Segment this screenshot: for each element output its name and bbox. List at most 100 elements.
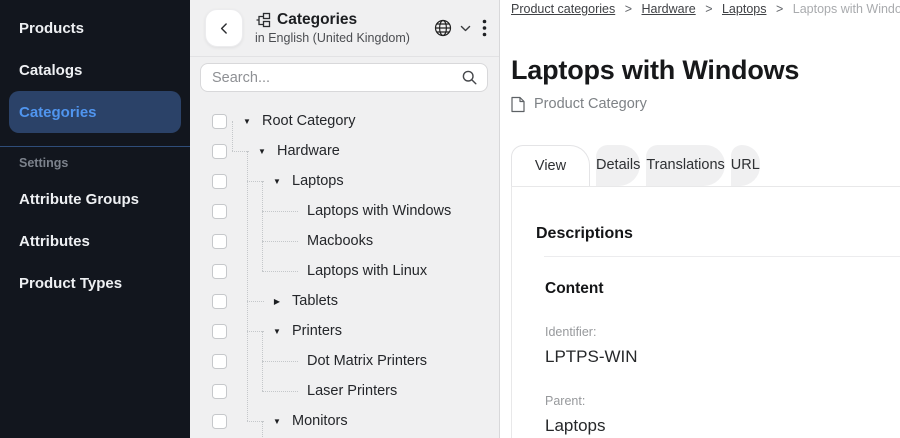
tree-row[interactable]: Laser Printers — [190, 376, 499, 406]
back-button[interactable] — [205, 9, 243, 47]
sidebar-nav: Products Catalogs Categories — [0, 7, 190, 133]
breadcrumb-separator: > — [705, 2, 712, 16]
tab-label: Details — [596, 157, 640, 173]
breadcrumb-link[interactable]: Hardware — [642, 2, 696, 16]
field-value: Laptops — [545, 416, 876, 436]
breadcrumb-item-wrap: Product categories > — [511, 2, 642, 16]
search-input[interactable] — [212, 70, 461, 86]
sidebar-item-label: Attribute Groups — [19, 191, 139, 208]
tree-row[interactable]: ▼ Laptops — [190, 166, 499, 196]
tree-node-label: Dot Matrix Printers — [307, 353, 427, 369]
tab-label: URL — [731, 157, 760, 173]
tree-node-label: Macbooks — [307, 233, 373, 249]
hierarchy-icon — [255, 12, 271, 28]
row-checkbox[interactable] — [212, 294, 227, 309]
sidebar-item-label: Attributes — [19, 233, 90, 250]
expander-triangle-icon[interactable]: ▼ — [257, 147, 267, 156]
tree-node-label: Printers — [292, 323, 342, 339]
breadcrumb-item-wrap: Hardware > — [642, 2, 722, 16]
row-checkbox[interactable] — [212, 324, 227, 339]
tree-node-label: Hardware — [277, 143, 340, 159]
tree-row[interactable]: Laptops with Linux — [190, 256, 499, 286]
category-detail-panel: Product categories > Hardware > Laptops … — [500, 0, 900, 438]
globe-icon — [433, 18, 453, 38]
row-checkbox[interactable] — [212, 234, 227, 249]
sidebar-item-label: Categories — [19, 104, 97, 121]
breadcrumb-link[interactable]: Laptops with Windows — [793, 2, 900, 16]
field-value: LPTPS-WIN — [545, 347, 876, 367]
tree-panel-locale: in English (United Kingdom) — [255, 31, 410, 45]
tab-content-panel: Descriptions Content Identifier: LPTPS-W… — [511, 186, 900, 438]
sidebar-item[interactable]: Attributes — [9, 220, 181, 262]
breadcrumb-link[interactable]: Laptops — [722, 2, 766, 16]
expander-triangle-icon[interactable]: ▼ — [272, 417, 282, 426]
row-checkbox[interactable] — [212, 114, 227, 129]
breadcrumb-separator: > — [625, 2, 632, 16]
entity-type-label: Product Category — [534, 96, 647, 112]
tree-rows: ▼ Root Category ▼ Hardware ▼ Laptops Lap… — [190, 106, 499, 436]
breadcrumb: Product categories > Hardware > Laptops … — [511, 0, 900, 16]
kebab-menu-icon — [482, 19, 487, 37]
row-checkbox[interactable] — [212, 414, 227, 429]
tree-panel-title-block: Categories in English (United Kingdom) — [255, 11, 410, 45]
expander-triangle-icon[interactable]: ▼ — [242, 117, 252, 126]
tab[interactable]: View — [511, 145, 590, 186]
tree-panel-actions — [433, 18, 487, 38]
tab-label: View — [535, 158, 566, 174]
detail-tabs: View Details Translations URL — [511, 145, 900, 186]
search-icon — [461, 69, 478, 86]
breadcrumb-link[interactable]: Product categories — [511, 2, 615, 16]
field-list: Identifier: LPTPS-WIN Parent: Laptops — [536, 325, 876, 436]
sidebar-section-label: Settings — [0, 147, 190, 178]
section-title: Descriptions — [536, 225, 876, 243]
breadcrumb-item-wrap: Laptops with Windows > — [793, 2, 900, 16]
sidebar-item[interactable]: Products — [9, 7, 181, 49]
tree-row[interactable]: Laptops with Windows — [190, 196, 499, 226]
sidebar-settings-nav: Attribute Groups Attributes Product Type… — [0, 178, 190, 304]
sidebar-item-label: Product Types — [19, 275, 122, 292]
expander-triangle-icon[interactable]: ▼ — [272, 327, 282, 336]
chevron-down-icon — [459, 22, 472, 35]
breadcrumb-item-wrap: Laptops > — [722, 2, 793, 16]
tree-node-label: Laser Printers — [307, 383, 397, 399]
row-checkbox[interactable] — [212, 384, 227, 399]
expander-triangle-icon[interactable]: ▼ — [272, 177, 282, 186]
row-checkbox[interactable] — [212, 144, 227, 159]
row-checkbox[interactable] — [212, 204, 227, 219]
tab-label: Translations — [646, 157, 724, 173]
tree-node-label: Laptops — [292, 173, 344, 189]
page-title: Laptops with Windows — [511, 56, 900, 86]
tree-row[interactable]: ▼ Root Category — [190, 106, 499, 136]
sidebar-item[interactable]: Catalogs — [9, 49, 181, 91]
tab[interactable]: Translations — [646, 145, 724, 186]
tree-row[interactable]: Dot Matrix Printers — [190, 346, 499, 376]
language-selector[interactable] — [433, 18, 472, 38]
category-tree: ▼ Root Category ▼ Hardware ▼ Laptops Lap… — [190, 106, 499, 436]
tree-node-label: Tablets — [292, 293, 338, 309]
tree-row[interactable]: ▼ Hardware — [190, 136, 499, 166]
tree-search — [200, 63, 488, 92]
field-label: Parent: — [545, 394, 876, 408]
document-icon — [511, 96, 525, 113]
category-tree-panel: Categories in English (United Kingdom) — [190, 0, 500, 438]
sidebar-item-label: Catalogs — [19, 62, 82, 79]
tab[interactable]: URL — [731, 145, 760, 186]
tree-row[interactable]: Macbooks — [190, 226, 499, 256]
sidebar-item[interactable]: Product Types — [9, 262, 181, 304]
tree-row[interactable]: ▼ Monitors — [190, 406, 499, 436]
tab[interactable]: Details — [596, 145, 640, 186]
sidebar-item[interactable]: Attribute Groups — [9, 178, 181, 220]
tree-panel-title: Categories — [277, 11, 357, 29]
row-checkbox[interactable] — [212, 174, 227, 189]
tree-row[interactable]: ▼ Printers — [190, 316, 499, 346]
tree-node-label: Monitors — [292, 413, 348, 429]
sidebar-item[interactable]: Categories — [9, 91, 181, 133]
overflow-menu-button[interactable] — [482, 19, 487, 37]
expander-triangle-icon[interactable]: ▶ — [272, 297, 282, 306]
field: Identifier: LPTPS-WIN — [536, 325, 876, 367]
row-checkbox[interactable] — [212, 264, 227, 279]
row-checkbox[interactable] — [212, 354, 227, 369]
tree-node-label: Root Category — [262, 113, 356, 129]
tree-row[interactable]: ▶ Tablets — [190, 286, 499, 316]
field: Parent: Laptops — [536, 394, 876, 436]
